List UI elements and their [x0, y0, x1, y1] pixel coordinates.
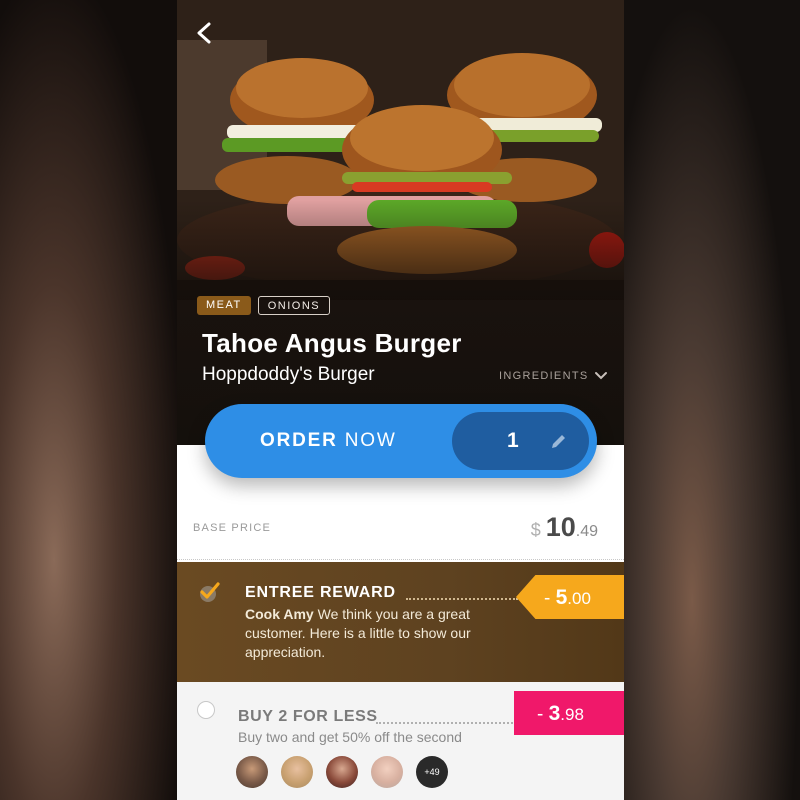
order-now-button[interactable]: ORDER NOW 1 — [205, 404, 597, 478]
reward-title: ENTREE REWARD — [245, 584, 396, 601]
edit-quantity-button[interactable] — [549, 431, 569, 451]
promo-radio[interactable] — [197, 701, 215, 719]
base-price-label: BASE PRICE — [193, 522, 272, 534]
promo-discount-amount: - 3.98 — [537, 702, 584, 726]
reward-author: Cook Amy — [245, 606, 314, 622]
currency-symbol: $ — [530, 520, 541, 540]
background-blur-left — [0, 0, 180, 800]
tag-list: MEAT ONIONS — [197, 296, 331, 315]
price-whole: 10 — [545, 512, 576, 542]
pencil-icon — [552, 435, 565, 448]
avatar[interactable] — [236, 756, 268, 788]
phone-screen: MEAT ONIONS Tahoe Angus Burger Hoppdoddy… — [177, 0, 624, 800]
promo-title: BUY 2 FOR LESS — [238, 708, 378, 725]
back-button[interactable] — [191, 18, 219, 48]
promo-discount-cents: .98 — [560, 705, 584, 724]
promo-dotted-leader — [376, 722, 516, 724]
price-cents: .49 — [575, 523, 598, 540]
quantity-value: 1 — [507, 429, 519, 452]
buy-two-promo-card[interactable]: BUY 2 FOR LESS Buy two and get 50% off t… — [177, 682, 624, 800]
reward-checkbox[interactable] — [197, 580, 221, 604]
entree-reward-card[interactable]: ENTREE REWARD Cook Amy We think you are … — [177, 562, 624, 682]
order-label-light: NOW — [344, 430, 397, 451]
ingredients-label: INGREDIENTS — [499, 370, 589, 382]
reward-discount-sign: - — [544, 588, 556, 609]
base-price-value: $ 10 .49 — [531, 512, 598, 543]
reward-message: Cook Amy We think you are a great custom… — [245, 605, 515, 662]
more-avatars-badge[interactable]: +49 — [416, 756, 448, 788]
checkbox-checked-icon — [200, 582, 220, 602]
reward-discount-tag: - 5.00 — [516, 575, 624, 619]
promo-discount-sign: - — [537, 704, 549, 725]
product-title: Tahoe Angus Burger — [202, 328, 462, 358]
base-price-row: BASE PRICE $ 10 .49 — [177, 500, 624, 560]
tag-meat: MEAT — [197, 296, 251, 315]
hero-gradient-overlay — [177, 200, 624, 300]
order-label-strong: ORDER — [260, 430, 338, 451]
hero-section: MEAT ONIONS Tahoe Angus Burger Hoppdoddy… — [177, 0, 624, 445]
avatar[interactable] — [371, 756, 403, 788]
quantity-pill[interactable]: 1 — [452, 412, 589, 470]
avatar[interactable] — [281, 756, 313, 788]
reward-discount-cents: .00 — [567, 589, 591, 608]
background-blur-right — [620, 0, 800, 800]
ingredients-toggle[interactable]: INGREDIENTS — [499, 370, 608, 382]
chevron-down-icon — [595, 372, 608, 380]
back-arrow-icon — [197, 22, 211, 44]
order-now-label: ORDER NOW — [260, 430, 397, 452]
tag-onions: ONIONS — [257, 296, 331, 315]
reward-dotted-leader — [406, 598, 518, 600]
avatar[interactable] — [326, 756, 358, 788]
promo-description: Buy two and get 50% off the second — [238, 729, 462, 745]
promo-discount-tag: - 3.98 — [514, 691, 624, 735]
avatar-list: +49 — [236, 756, 448, 788]
reward-discount-whole: 5 — [555, 586, 568, 609]
reward-discount-amount: - 5.00 — [544, 586, 591, 610]
product-subtitle: Hoppdoddy's Burger — [202, 364, 375, 385]
promo-discount-whole: 3 — [548, 702, 561, 725]
